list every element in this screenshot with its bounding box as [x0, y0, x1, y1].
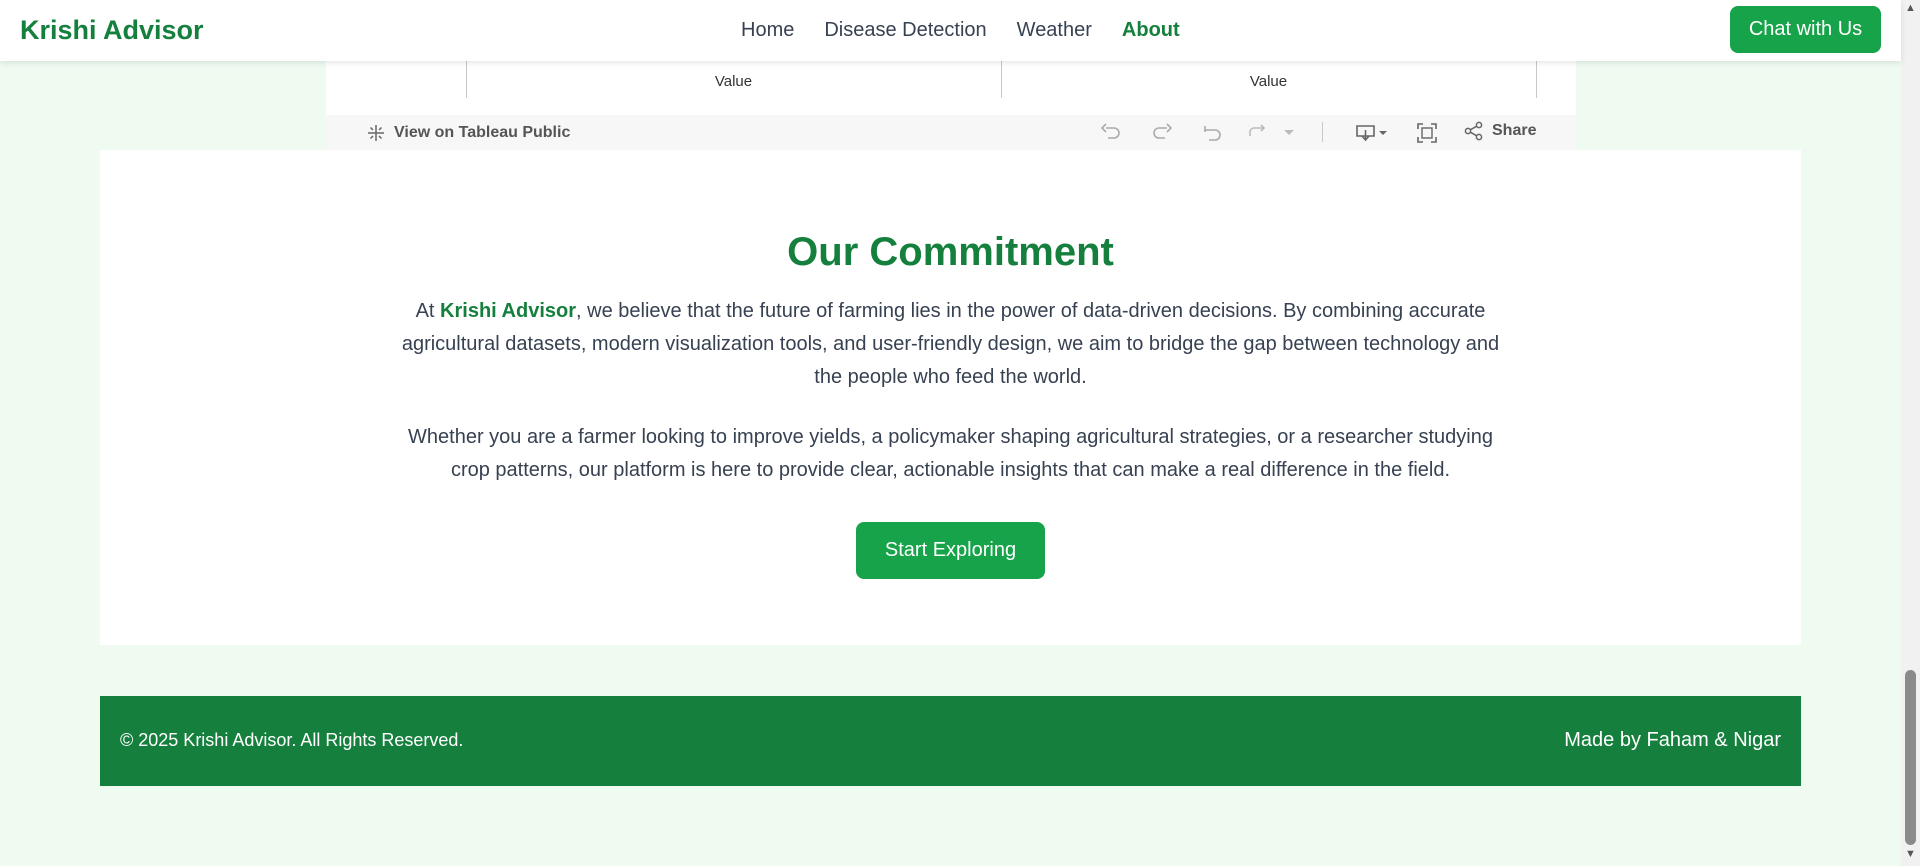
revert-icon[interactable] [1201, 122, 1223, 146]
paragraph-prefix: At [415, 300, 441, 322]
redo-icon[interactable] [1151, 122, 1173, 146]
nav-link-disease-detection[interactable]: Disease Detection [824, 19, 986, 42]
nav-links: Home Disease Detection Weather About [741, 19, 1180, 42]
footer-credits: Made by Faham & Nigar [1564, 729, 1781, 751]
view-on-tableau-link[interactable]: View on Tableau Public [366, 123, 570, 143]
tableau-viz-area: Value Value [326, 61, 1576, 115]
fullscreen-icon[interactable] [1416, 122, 1438, 148]
share-label: Share [1492, 122, 1537, 139]
pause-updates-icon[interactable] [1246, 122, 1270, 146]
footer-copyright: © 2025 Krishi Advisor. All Rights Reserv… [120, 730, 464, 750]
tableau-logo-icon [368, 125, 384, 141]
column-label: Value [714, 73, 753, 90]
page-scrollbar[interactable]: ▲ ▼ [1901, 0, 1920, 866]
undo-icon[interactable] [1100, 122, 1122, 146]
column-divider [1536, 61, 1537, 98]
commitment-paragraph-1: At Krishi Advisor, we believe that the f… [390, 295, 1511, 394]
start-exploring-button[interactable]: Start Exploring [856, 522, 1045, 579]
nav-link-weather[interactable]: Weather [1017, 19, 1092, 42]
scrollbar-thumb[interactable] [1905, 670, 1916, 845]
brand-logo[interactable]: Krishi Advisor [20, 15, 204, 46]
footer: © 2025 Krishi Advisor. All Rights Reserv… [100, 696, 1801, 786]
commitment-section: Our Commitment At Krishi Advisor, we bel… [100, 150, 1801, 645]
nav-link-about[interactable]: About [1122, 19, 1180, 42]
column-label: Value [1249, 73, 1288, 90]
share-button[interactable]: Share [1464, 121, 1536, 141]
section-title: Our Commitment [787, 230, 1114, 274]
share-icon [1464, 121, 1483, 141]
dropdown-arrow-icon[interactable] [1282, 122, 1296, 146]
scroll-up-arrow-icon[interactable]: ▲ [1905, 2, 1916, 14]
view-on-tableau-label: View on Tableau Public [394, 124, 571, 141]
brand-highlight: Krishi Advisor [440, 300, 577, 322]
nav-link-home[interactable]: Home [741, 19, 794, 42]
scroll-down-arrow-icon[interactable]: ▼ [1905, 848, 1916, 860]
toolbar-divider [1322, 122, 1323, 142]
commitment-paragraph-2: Whether you are a farmer looking to impr… [408, 426, 1493, 481]
chat-with-us-button[interactable]: Chat with Us [1730, 6, 1881, 53]
tableau-toolbar: View on Tableau Public Share [326, 115, 1576, 150]
download-icon[interactable] [1354, 122, 1390, 148]
navbar: Krishi Advisor Home Disease Detection We… [0, 0, 1901, 61]
